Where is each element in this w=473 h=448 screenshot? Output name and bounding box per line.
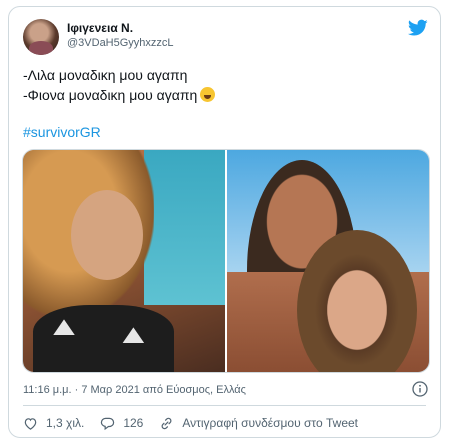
copy-link-label: Αντιγραφή συνδέσμου στο Tweet <box>182 416 358 430</box>
tweet-timestamp[interactable]: 11:16 μ.μ. · 7 Μαρ 2021 από Εύοσμος, Ελλ… <box>23 384 246 396</box>
reply-count: 126 <box>123 416 144 430</box>
user-handle[interactable]: @3VDaH5GyyhxzzcL <box>67 37 174 49</box>
twitter-bird-icon[interactable] <box>408 19 428 37</box>
tweet-media[interactable] <box>22 149 430 373</box>
heart-icon <box>24 417 37 430</box>
link-icon <box>161 417 172 429</box>
user-name[interactable]: Ιφιγενεια Ν. <box>67 21 133 35</box>
hashtag-link[interactable]: #survivorGR <box>23 124 101 140</box>
photo-1-sky <box>144 150 225 306</box>
rolling-on-floor-laughing-emoji-icon <box>200 87 216 102</box>
tweet-actions: 1,3 χιλ. 126 Αντιγραφή συνδέσμου στο Twe… <box>23 413 374 433</box>
tweet-line-2: -Φιονα μοναδικη μου αγαπη <box>23 87 198 103</box>
tweet-card[interactable]: Ιφιγενεια Ν. @3VDaH5GyyhxzzcL -Λιλα μονα… <box>8 6 441 438</box>
like-count: 1,3 χιλ. <box>46 416 85 430</box>
photo-1-face <box>71 190 143 280</box>
copy-link-button[interactable]: Αντιγραφή συνδέσμου στο Tweet <box>159 416 358 431</box>
photo-2-woman <box>297 230 417 372</box>
reply-button[interactable]: 126 <box>100 416 143 431</box>
photo-1-swimsuit <box>33 305 175 372</box>
comment-icon <box>101 417 115 430</box>
like-button[interactable]: 1,3 χιλ. <box>23 416 84 431</box>
tweet-line-2-wrapper: -Φιονα μοναδικη μου αγαπη <box>23 85 216 105</box>
user-avatar[interactable] <box>23 19 59 55</box>
tweet-photo-1[interactable] <box>23 150 225 372</box>
info-icon[interactable] <box>412 381 428 397</box>
tweet-photo-2[interactable] <box>227 150 429 372</box>
tweet-line-1: -Λιλα μοναδικη μου αγαπη <box>23 67 188 83</box>
divider <box>23 405 426 406</box>
tweet-text: -Λιλα μοναδικη μου αγαπη -Φιονα μοναδικη… <box>23 65 216 105</box>
